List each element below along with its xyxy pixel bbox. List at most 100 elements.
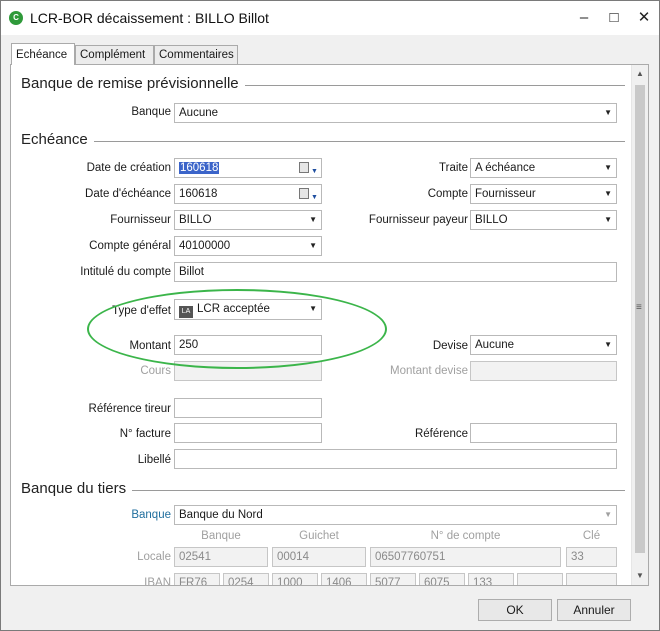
banque-remise-value: Aucune <box>179 107 219 119</box>
tab-commentaires[interactable]: Commentaires <box>154 45 238 65</box>
fournisseur-value: BILLO <box>179 214 212 226</box>
traite-value: A échéance <box>475 162 536 174</box>
chevron-down-icon: ▼ <box>604 108 612 117</box>
iban-part-value: 133 <box>473 577 493 586</box>
banque-tiers-select[interactable]: Banque du Nord ▼ <box>174 505 617 525</box>
iban-part-field: 0254 <box>223 573 269 586</box>
lcr-type-icon: LA <box>179 306 193 318</box>
scrollbar-thumb[interactable] <box>635 85 645 553</box>
app-icon: C <box>9 11 23 25</box>
scroll-up-icon[interactable]: ▲ <box>636 69 644 78</box>
iban-part-field: 1000 <box>272 573 318 586</box>
reference-label: Référence <box>414 428 468 440</box>
locale-n-compte-value: 06507760751 <box>375 551 446 563</box>
scroll-grip-icon: ≡ <box>636 302 642 313</box>
compte-label: Compte <box>427 188 468 200</box>
devise-label: Devise <box>432 340 468 352</box>
n-facture-field[interactable] <box>174 423 322 443</box>
vertical-scrollbar[interactable]: ▲ ≡ ▼ <box>631 65 648 585</box>
chevron-down-icon: ▼ <box>604 510 612 519</box>
fournisseur-label: Fournisseur <box>110 214 171 226</box>
libelle-label: Libellé <box>137 454 171 466</box>
header-guichet: Guichet <box>299 530 339 542</box>
cours-field <box>174 361 322 381</box>
window-title: LCR-BOR décaissement : BILLO Billot <box>30 10 269 26</box>
iban-part-value: 6075 <box>424 577 450 586</box>
montant-devise-field <box>470 361 617 381</box>
button-bar: OK Annuler <box>1 591 659 630</box>
section-banque-remise-title: Banque de remise prévisionnelle <box>21 75 245 92</box>
section-echeance-title: Echéance <box>21 131 94 148</box>
section-banque-tiers-title: Banque du tiers <box>21 480 133 497</box>
montant-field[interactable]: 250 <box>174 335 322 355</box>
maximize-icon[interactable]: □ <box>599 1 629 35</box>
montant-label: Montant <box>129 340 171 352</box>
iban-part-value: 1000 <box>277 577 303 586</box>
chevron-down-icon: ▼ <box>604 163 612 172</box>
close-icon[interactable]: ✕ <box>629 1 659 35</box>
header-banque: Banque <box>201 530 241 542</box>
minimize-icon[interactable]: – <box>569 1 599 35</box>
locale-banque-field: 02541 <box>174 547 268 567</box>
iban-part-value: 0254 <box>228 577 254 586</box>
header-cle: Clé <box>582 530 601 542</box>
ok-button[interactable]: OK <box>478 599 552 621</box>
type-effet-select[interactable]: LA LCR acceptée ▼ <box>174 299 322 320</box>
calendar-icon[interactable]: ▼ <box>299 162 318 175</box>
cours-label: Cours <box>140 365 171 377</box>
iban-part-field <box>566 573 617 585</box>
iban-part-field: FR76 <box>174 573 220 585</box>
iban-label: IBAN <box>144 577 171 586</box>
compte-general-select[interactable]: 40100000 ▼ <box>174 236 322 256</box>
dialog-window: C LCR-BOR décaissement : BILLO Billot – … <box>0 0 660 631</box>
iban-part-field: 133 <box>468 573 514 586</box>
chevron-down-icon: ▼ <box>604 215 612 224</box>
compte-select[interactable]: Fournisseur ▼ <box>470 184 617 204</box>
date-creation-label: Date de création <box>86 162 171 174</box>
intitule-field[interactable]: Billot <box>174 262 617 282</box>
locale-n-compte-field: 06507760751 <box>370 547 561 567</box>
chevron-down-icon: ▼ <box>309 304 317 313</box>
locale-guichet-field: 00014 <box>272 547 366 567</box>
fournisseur-select[interactable]: BILLO ▼ <box>174 210 322 230</box>
form-panel: ▲ ≡ ▼ Banque de remise prévisionnelle Ba… <box>10 64 649 586</box>
chevron-down-icon: ▼ <box>604 189 612 198</box>
title-bar[interactable]: C LCR-BOR décaissement : BILLO Billot – … <box>1 1 659 35</box>
iban-part-value: 5077 <box>375 577 401 586</box>
scroll-down-icon[interactable]: ▼ <box>636 571 644 580</box>
banque-tiers-link[interactable]: Banque <box>71 509 171 521</box>
banque-remise-select[interactable]: Aucune ▼ <box>174 103 617 123</box>
reference-tireur-label: Référence tireur <box>88 403 171 415</box>
tab-complement[interactable]: Complément <box>75 45 154 65</box>
tab-echeance[interactable]: Echéance <box>11 43 75 65</box>
libelle-field[interactable] <box>174 449 617 469</box>
compte-general-label: Compte général <box>89 240 171 252</box>
reference-field[interactable] <box>470 423 617 443</box>
chevron-down-icon: ▼ <box>309 215 317 224</box>
type-effet-value: LCR acceptée <box>197 303 270 315</box>
fournisseur-payeur-select[interactable]: BILLO ▼ <box>470 210 617 230</box>
banque-tiers-value: Banque du Nord <box>179 509 263 521</box>
date-echeance-value: 160618 <box>179 188 218 200</box>
reference-tireur-field[interactable] <box>174 398 322 418</box>
traite-select[interactable]: A échéance ▼ <box>470 158 617 178</box>
calendar-icon[interactable]: ▼ <box>299 188 318 201</box>
traite-label: Traite <box>439 162 468 174</box>
date-creation-value: 160618 <box>179 162 220 174</box>
date-echeance-field[interactable]: 160618 ▼ <box>174 184 322 204</box>
banque-remise-label: Banque <box>131 106 171 118</box>
iban-part-field: 5077 <box>370 573 416 586</box>
fournisseur-payeur-value: BILLO <box>475 214 508 226</box>
montant-devise-label: Montant devise <box>390 365 468 377</box>
iban-part-value: 1406 <box>326 577 352 586</box>
devise-select[interactable]: Aucune ▼ <box>470 335 617 355</box>
annuler-button[interactable]: Annuler <box>557 599 631 621</box>
section-divider <box>21 141 625 142</box>
iban-part-field: 6075 <box>419 573 465 586</box>
compte-general-value: 40100000 <box>179 240 231 252</box>
chevron-down-icon: ▼ <box>309 241 317 250</box>
date-creation-field[interactable]: 160618 ▼ <box>174 158 322 178</box>
n-facture-label: N° facture <box>119 428 171 440</box>
montant-value: 250 <box>179 339 199 351</box>
compte-value: Fournisseur <box>475 188 536 200</box>
